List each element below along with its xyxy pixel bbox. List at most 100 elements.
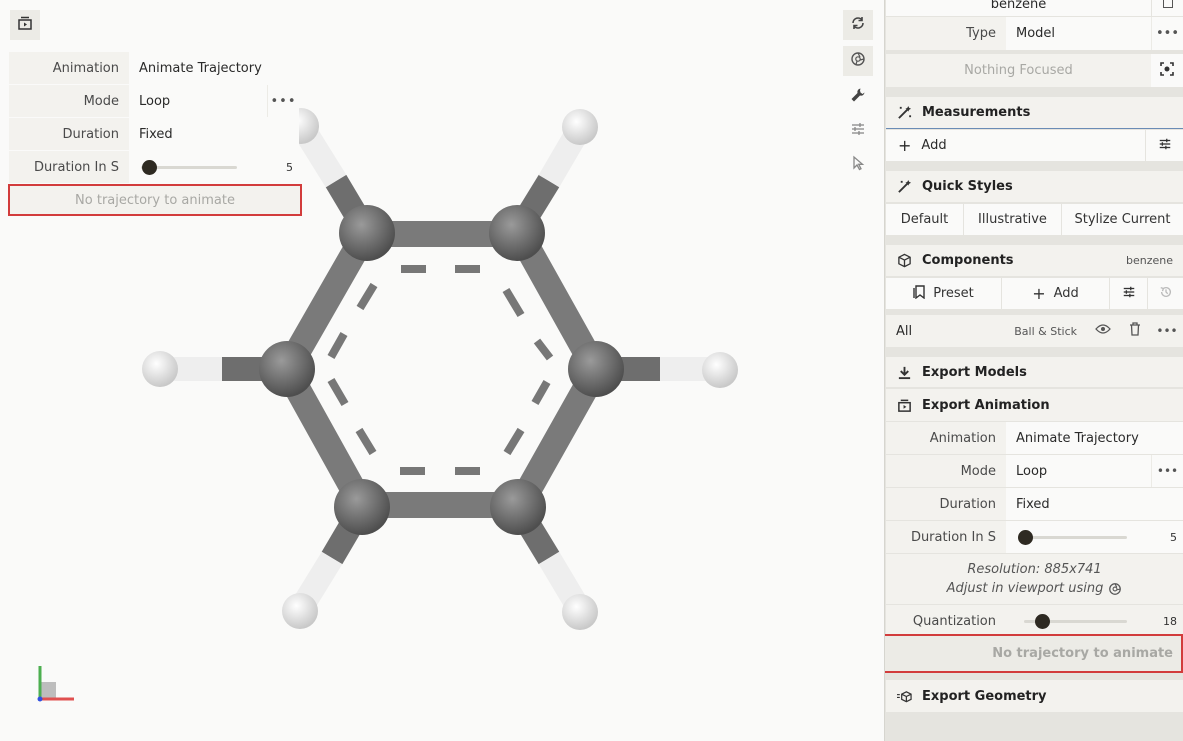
- magic-wand-icon: [896, 179, 912, 195]
- component-options-button[interactable]: [1110, 278, 1148, 309]
- measurements-options-button[interactable]: [1145, 130, 1183, 161]
- measurements-add-row: + Add: [886, 130, 1183, 161]
- focus-target-icon: [1160, 61, 1174, 80]
- export-animation-row: Animation Animate Trajectory: [886, 422, 1183, 454]
- no-trajectory-notice: No trajectory to animate: [8, 184, 302, 216]
- more-horizontal-icon[interactable]: •••: [267, 85, 299, 117]
- type-row: Type Model •••: [886, 17, 1183, 50]
- style-default-button[interactable]: Default: [886, 204, 964, 235]
- axes-indicator: [37, 666, 74, 702]
- representation-target: All: [896, 323, 913, 339]
- more-horizontal-icon[interactable]: •••: [1151, 17, 1183, 50]
- animation-overlay-panel: Animation Animate Trajectory Mode Loop •…: [8, 52, 302, 216]
- adjust-text: Adjust in viewport using: [946, 581, 1104, 596]
- quantization-slider[interactable]: 18: [1006, 605, 1183, 637]
- delete-representation-button[interactable]: [1119, 315, 1151, 347]
- stylize-current-button[interactable]: Stylize Current: [1062, 204, 1183, 235]
- measurements-header[interactable]: Measurements: [886, 97, 1183, 129]
- mode-select[interactable]: Loop •••: [1006, 455, 1183, 487]
- duration-slider[interactable]: 5: [1006, 521, 1183, 553]
- duration-select[interactable]: Fixed: [129, 118, 299, 150]
- animation-select[interactable]: Animate Trajectory: [1006, 422, 1183, 454]
- more-horizontal-icon[interactable]: •••: [1151, 315, 1183, 347]
- measure-wand-icon: [896, 105, 912, 121]
- more-horizontal-icon[interactable]: •••: [1151, 455, 1183, 487]
- duration-seconds-label: Duration In S: [33, 159, 119, 175]
- export-models-header[interactable]: Export Models: [886, 357, 1183, 388]
- export-notice: No trajectory to animate: [885, 634, 1183, 673]
- add-component-button[interactable]: + Add: [1002, 278, 1110, 309]
- toggle-animation-panel-button[interactable]: [10, 10, 40, 40]
- bookmark-icon: [1162, 0, 1173, 8]
- mode-label: Mode: [83, 93, 119, 109]
- reset-view-button[interactable]: [843, 10, 873, 40]
- duration-row: Duration Fixed: [9, 118, 299, 151]
- structure-name[interactable]: benzene: [886, 0, 1151, 16]
- quantization-slider-knob[interactable]: [1035, 613, 1050, 629]
- focus-row: Nothing Focused: [886, 54, 1183, 87]
- undo-history-button[interactable]: [1148, 278, 1183, 309]
- components-badge: benzene: [1125, 254, 1173, 267]
- screenshot-button[interactable]: [843, 46, 873, 76]
- screenshot-icon: [850, 51, 866, 71]
- mode-row: Mode Loop •••: [9, 85, 299, 118]
- bookmarks-icon: [913, 284, 925, 303]
- export-animation-header[interactable]: Export Animation: [886, 389, 1183, 421]
- quick-styles-title: Quick Styles: [922, 179, 1013, 194]
- animation-row: Animation Animate Trajectory: [9, 52, 299, 85]
- geometry-export-icon: [896, 688, 912, 704]
- sliders-icon: [1158, 137, 1172, 155]
- history-icon: [1159, 285, 1173, 303]
- selection-mode-button[interactable]: [843, 150, 873, 180]
- structure-row: benzene: [886, 0, 1183, 16]
- visibility-toggle[interactable]: [1087, 315, 1119, 347]
- components-title: Components: [922, 253, 1014, 268]
- type-value: Model: [1016, 26, 1056, 41]
- quantization-label: Quantization: [912, 613, 996, 629]
- quantization-row: Quantization 18: [886, 605, 1183, 637]
- duration-select[interactable]: Fixed: [1006, 488, 1183, 520]
- measurements-add-button[interactable]: + Add: [886, 130, 1145, 161]
- sliders-icon: [1122, 285, 1136, 303]
- representation-type: Ball & Stick: [1014, 324, 1077, 338]
- export-animation-icon: [17, 15, 33, 35]
- bookmark-button[interactable]: [1151, 0, 1183, 16]
- eye-icon: [1095, 323, 1111, 339]
- duration-slider-knob[interactable]: [1018, 529, 1033, 545]
- components-header[interactable]: Components benzene: [886, 245, 1183, 277]
- duration-seconds-label: Duration In S: [910, 529, 996, 545]
- type-select[interactable]: Model •••: [1006, 17, 1183, 50]
- select-cursor-icon: [850, 155, 866, 175]
- type-label: Type: [966, 26, 996, 41]
- wrench-icon: [850, 87, 866, 107]
- resolution-info: Resolution: 885x741 Adjust in viewport u…: [886, 554, 1183, 604]
- preset-button[interactable]: Preset: [886, 278, 1002, 309]
- representation-row[interactable]: All Ball & Stick •••: [886, 315, 1183, 347]
- duration-slider[interactable]: 5: [129, 151, 299, 183]
- export-duration-row: Duration Fixed: [886, 488, 1183, 520]
- measurements-title: Measurements: [922, 105, 1031, 120]
- animation-select[interactable]: Animate Trajectory: [129, 52, 299, 84]
- screenshot-icon: [1108, 582, 1122, 596]
- cube-icon: [896, 253, 912, 269]
- duration-label: Duration: [939, 496, 996, 512]
- settings-button[interactable]: [843, 82, 873, 112]
- export-geometry-header[interactable]: Export Geometry: [886, 680, 1183, 712]
- 3d-viewport[interactable]: Animation Animate Trajectory Mode Loop •…: [0, 0, 884, 741]
- mode-select[interactable]: Loop •••: [129, 85, 299, 117]
- trash-icon: [1129, 322, 1141, 340]
- controls-button[interactable]: [843, 116, 873, 146]
- mode-label: Mode: [960, 463, 996, 479]
- components-actions: Preset + Add: [886, 278, 1183, 309]
- focus-button[interactable]: [1151, 54, 1183, 87]
- preset-label: Preset: [933, 286, 974, 301]
- duration-slider-knob[interactable]: [142, 159, 157, 175]
- style-illustrative-button[interactable]: Illustrative: [964, 204, 1062, 235]
- duration-slider-value: 5: [286, 160, 293, 174]
- animation-label: Animation: [52, 60, 119, 76]
- quick-styles-header[interactable]: Quick Styles: [886, 171, 1183, 203]
- add-component-label: Add: [1053, 286, 1079, 301]
- export-animation-title: Export Animation: [922, 397, 1050, 413]
- animation-label: Animation: [929, 430, 996, 446]
- export-animation-icon: [896, 397, 912, 413]
